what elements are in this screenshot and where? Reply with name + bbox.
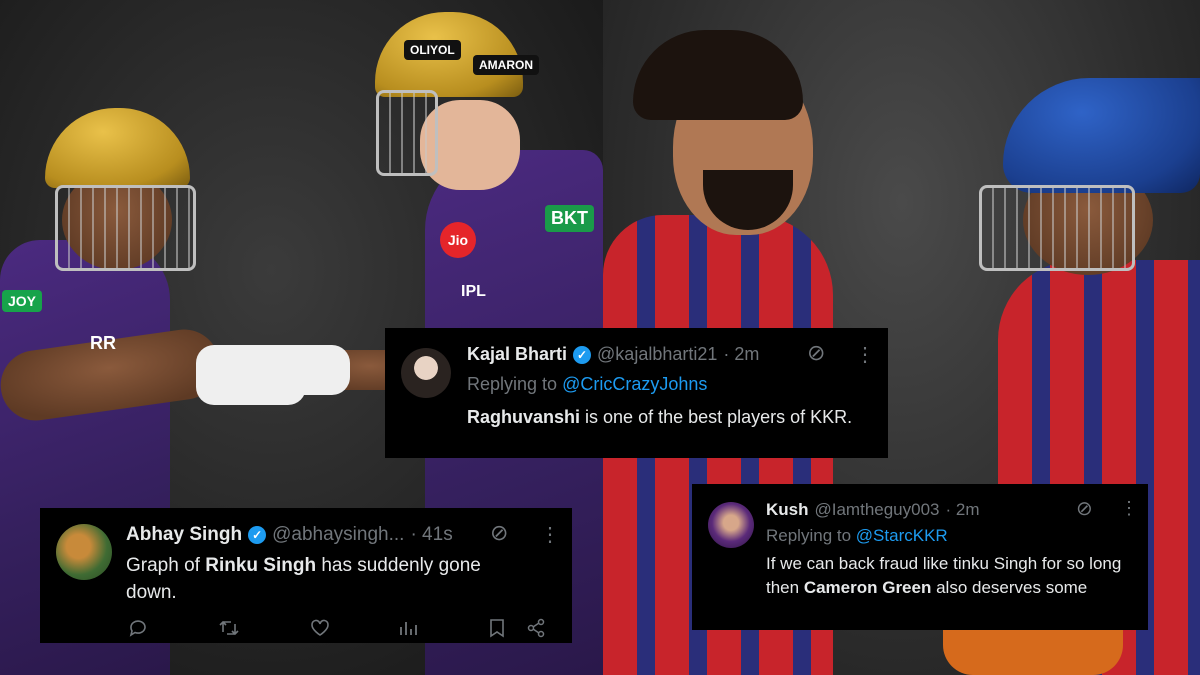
player-left-grille: [55, 185, 196, 271]
verified-badge-icon: ✓: [248, 526, 267, 544]
tweet-card-abhay[interactable]: Abhay Singh ✓ @abhaysingh... · 41s ⊘ ⋮ G…: [40, 508, 572, 643]
sponsor-bkt: BKT: [545, 205, 594, 232]
sponsor-rr: RR: [90, 333, 116, 353]
author-handle[interactable]: @abhaysingh...: [272, 524, 404, 546]
avatar[interactable]: [56, 524, 112, 580]
player-smiling-hair: [633, 30, 803, 120]
replying-to-handle[interactable]: @CricCrazyJohns: [562, 374, 707, 394]
tweet-text: Graph of Rinku Singh has suddenly gone d…: [126, 552, 536, 606]
reply-icon[interactable]: [128, 618, 148, 638]
tweet-text-bold: Rinku Singh: [205, 555, 317, 576]
tweet-header: Abhay Singh ✓ @abhaysingh... · 41s: [126, 524, 453, 546]
player-right-glove: [240, 345, 350, 395]
avatar[interactable]: [401, 348, 451, 398]
player-right-grille: [376, 90, 438, 176]
tweet-time[interactable]: · 2m: [723, 344, 759, 365]
replying-label: Replying to: [467, 374, 558, 394]
player-keeper-helmet: [1003, 78, 1200, 193]
grok-icon[interactable]: ⊘: [490, 520, 508, 546]
tweet-header: Kush @Iamtheguy003 · 2m: [766, 500, 980, 520]
player-keeper-grille: [979, 185, 1135, 271]
grok-icon[interactable]: ⊘: [807, 340, 825, 366]
tweet-card-kush[interactable]: Kush @Iamtheguy003 · 2m ⊘ ⋮ Replying to …: [692, 484, 1148, 630]
sponsor-jio: Jio: [440, 222, 476, 258]
tweet-text-post: also deserves some: [931, 578, 1088, 597]
tweet-text-bold: Cameron Green: [803, 578, 932, 597]
tweet-text: If we can back fraud like tinku Singh fo…: [766, 552, 1126, 600]
player-left-helmet: [45, 108, 190, 188]
more-options-icon[interactable]: ⋮: [540, 522, 560, 547]
sponsor-amaron: AMARON: [473, 55, 539, 75]
sponsor-ipl: IPL: [461, 283, 486, 300]
bookmark-icon[interactable]: [488, 618, 506, 638]
like-icon[interactable]: [310, 618, 330, 638]
author-name[interactable]: Abhay Singh: [126, 524, 242, 546]
tweet-text-rest: is one of the best players of KKR.: [580, 407, 853, 427]
author-handle[interactable]: @kajalbharti21: [597, 344, 717, 365]
retweet-icon[interactable]: [218, 618, 240, 638]
views-icon[interactable]: [398, 618, 418, 638]
tweet-time[interactable]: · 41s: [410, 524, 452, 546]
grok-icon[interactable]: ⊘: [1076, 496, 1093, 521]
tweet-text-bold: Raghuvanshi: [467, 407, 581, 427]
sponsor-joy: JOY: [2, 290, 43, 312]
more-options-icon[interactable]: ⋮: [855, 342, 875, 367]
author-handle[interactable]: @Iamtheguy003: [815, 500, 940, 520]
replying-to: Replying to @StarcKKR: [766, 526, 948, 546]
replying-label: Replying to: [766, 526, 852, 545]
tweet-time[interactable]: · 2m: [946, 500, 980, 520]
author-name[interactable]: Kajal Bharti: [467, 344, 567, 365]
replying-to-handle[interactable]: @StarcKKR: [856, 526, 948, 545]
avatar[interactable]: [708, 502, 754, 548]
tweet-text: Raghuvanshi is one of the best players o…: [467, 404, 867, 430]
more-options-icon[interactable]: ⋮: [1120, 498, 1138, 519]
tweet-card-kajal[interactable]: Kajal Bharti ✓ @kajalbharti21 · 2m ⊘ ⋮ R…: [385, 328, 888, 458]
tweet-header: Kajal Bharti ✓ @kajalbharti21 · 2m: [467, 344, 759, 365]
share-icon[interactable]: [526, 618, 546, 638]
replying-to: Replying to @CricCrazyJohns: [467, 374, 707, 395]
sponsor-oliyol: OLIYOL: [404, 40, 461, 60]
author-name[interactable]: Kush: [766, 500, 809, 520]
tweet-text-pre: Graph of: [126, 555, 206, 576]
verified-badge-icon: ✓: [573, 345, 592, 364]
